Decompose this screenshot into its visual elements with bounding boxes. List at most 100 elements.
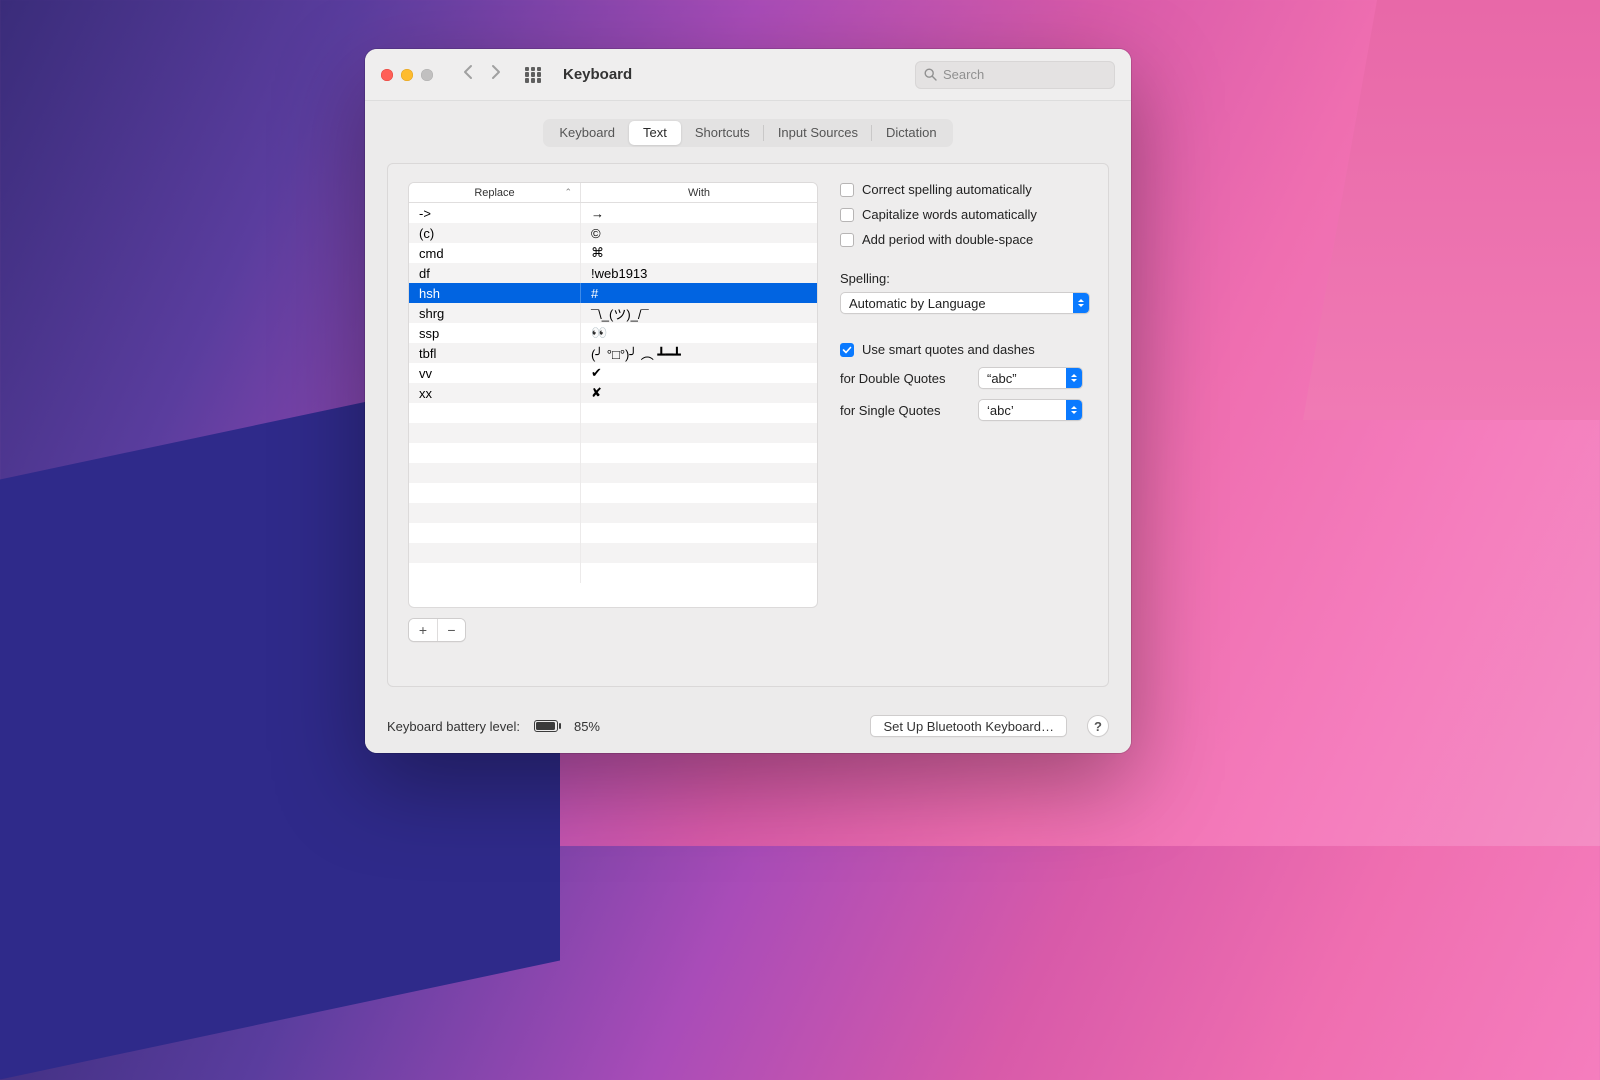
double-quotes-select[interactable]: “abc” [978,367,1083,389]
cell-replace[interactable]: shrg [409,303,581,323]
table-row [409,443,817,463]
table-row [409,463,817,483]
cell-replace [409,463,581,483]
battery-percent: 85% [574,719,600,734]
cell-with[interactable]: # [581,283,817,303]
titlebar: Keyboard Search [365,49,1131,101]
double-quotes-label: for Double Quotes [840,371,964,386]
chevron-updown-icon [1066,400,1082,420]
cell-with [581,423,817,443]
cell-with [581,403,817,423]
table-row[interactable]: tbfl(╯ °□°)╯ ︵ ┻━┻ [409,343,817,363]
cell-with [581,483,817,503]
column-header-with[interactable]: With [581,183,817,202]
cell-with [581,543,817,563]
table-row[interactable]: df!web1913 [409,263,817,283]
remove-button[interactable]: − [437,619,465,641]
table-row[interactable]: cmd⌘ [409,243,817,263]
replacements-table[interactable]: Replace ⌃ With ->→(c)©cmd⌘df!web1913hsh#… [408,182,818,608]
table-row[interactable]: vv✔︎ [409,363,817,383]
cell-with[interactable]: © [581,223,817,243]
battery-label: Keyboard battery level: [387,719,520,734]
chevron-updown-icon [1066,368,1082,388]
cell-with[interactable]: 👀 [581,323,817,343]
checkbox-smart-quotes[interactable]: Use smart quotes and dashes [840,342,1090,357]
cell-with [581,563,817,583]
cell-replace [409,423,581,443]
checkbox-capitalize[interactable]: Capitalize words automatically [840,207,1090,222]
cell-replace [409,563,581,583]
table-row [409,503,817,523]
table-row[interactable]: (c)© [409,223,817,243]
setup-bluetooth-button[interactable]: Set Up Bluetooth Keyboard… [870,715,1067,737]
cell-with [581,463,817,483]
minimize-button[interactable] [401,69,413,81]
preferences-window: Keyboard Search KeyboardTextShortcutsInp… [365,49,1131,753]
add-button[interactable]: + [409,619,437,641]
nav-arrows [463,64,501,85]
spelling-select[interactable]: Automatic by Language [840,292,1090,314]
table-row[interactable]: ssp👀 [409,323,817,343]
cell-with[interactable]: → [581,203,817,223]
cell-with [581,443,817,463]
tab-input-sources[interactable]: Input Sources [764,121,872,145]
table-row [409,563,817,583]
chevron-updown-icon [1073,293,1089,313]
cell-with[interactable]: ¯\_(ツ)_/¯ [581,303,817,323]
cell-replace[interactable]: hsh [409,283,581,303]
single-quotes-select[interactable]: ‘abc’ [978,399,1083,421]
table-row[interactable]: shrg¯\_(ツ)_/¯ [409,303,817,323]
close-button[interactable] [381,69,393,81]
single-quotes-label: for Single Quotes [840,403,964,418]
cell-with[interactable]: ✔︎ [581,363,817,383]
tab-text[interactable]: Text [629,121,681,145]
tab-dictation[interactable]: Dictation [872,121,951,145]
search-field[interactable]: Search [915,61,1115,89]
cell-replace[interactable]: xx [409,383,581,403]
battery-icon [534,720,558,732]
table-row[interactable]: xx✘ [409,383,817,403]
cell-replace [409,543,581,563]
forward-button[interactable] [491,64,501,85]
cell-with[interactable]: ✘ [581,383,817,403]
cell-with [581,503,817,523]
table-row [409,403,817,423]
tabs: KeyboardTextShortcutsInput SourcesDictat… [543,119,952,147]
cell-replace[interactable]: ssp [409,323,581,343]
table-row[interactable]: ->→ [409,203,817,223]
zoom-button-disabled [421,69,433,81]
cell-replace[interactable]: (c) [409,223,581,243]
traffic-lights [381,69,433,81]
cell-replace[interactable]: cmd [409,243,581,263]
sort-indicator-icon: ⌃ [564,187,572,198]
tab-keyboard[interactable]: Keyboard [545,121,629,145]
spelling-label: Spelling: [840,271,1090,286]
footer: Keyboard battery level: 85% Set Up Bluet… [365,699,1131,753]
cell-replace[interactable]: df [409,263,581,283]
window-title: Keyboard [563,66,632,83]
back-button[interactable] [463,64,473,85]
cell-replace[interactable]: vv [409,363,581,383]
cell-with[interactable]: ⌘ [581,243,817,263]
cell-with[interactable]: !web1913 [581,263,817,283]
search-placeholder: Search [943,67,984,82]
cell-with[interactable]: (╯ °□°)╯ ︵ ┻━┻ [581,343,817,363]
cell-replace[interactable]: -> [409,203,581,223]
checkbox-correct-spelling[interactable]: Correct spelling automatically [840,182,1090,197]
search-icon [924,68,937,81]
cell-replace[interactable]: tbfl [409,343,581,363]
add-remove-control: + − [408,618,466,642]
column-header-replace[interactable]: Replace ⌃ [409,183,581,202]
cell-replace [409,523,581,543]
checkbox-period-double-space[interactable]: Add period with double-space [840,232,1090,247]
cell-replace [409,503,581,523]
text-panel: Replace ⌃ With ->→(c)©cmd⌘df!web1913hsh#… [387,163,1109,687]
table-row [409,423,817,443]
show-all-icon[interactable] [525,67,541,83]
table-row [409,523,817,543]
cell-with [581,523,817,543]
table-row[interactable]: hsh# [409,283,817,303]
help-button[interactable]: ? [1087,715,1109,737]
tab-shortcuts[interactable]: Shortcuts [681,121,764,145]
table-row [409,483,817,503]
